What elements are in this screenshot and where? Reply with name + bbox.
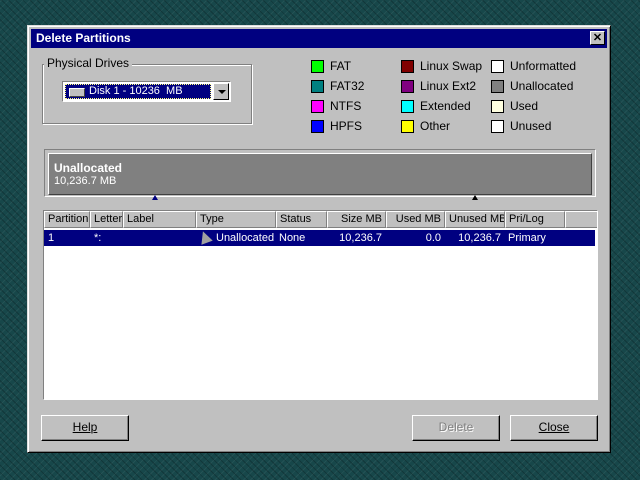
legend-label: FAT (330, 59, 352, 73)
legend-label: Extended (420, 99, 471, 113)
legend-swatch (401, 60, 414, 73)
legend-swatch (491, 80, 504, 93)
col-size[interactable]: Size MB (327, 211, 386, 228)
legend-label: NTFS (330, 99, 362, 113)
col-label[interactable]: Label (123, 211, 196, 228)
legend-swatch (401, 100, 414, 113)
close-icon[interactable]: ✕ (590, 31, 605, 45)
legend-label: Linux Swap (420, 59, 483, 73)
title-bar[interactable]: Delete Partitions ✕ (31, 29, 607, 48)
col-status[interactable]: Status (276, 211, 327, 228)
col-prilog[interactable]: Pri/Log (505, 211, 565, 228)
col-partition[interactable]: Partition (44, 211, 90, 228)
legend-label: Unused (510, 119, 552, 133)
dialog-title: Delete Partitions (36, 31, 131, 45)
legend-swatch (311, 60, 324, 73)
cell-used: 0.0 (425, 232, 441, 244)
partition-size: 10,236.7 MB (54, 175, 117, 187)
delete-partitions-dialog: Delete Partitions ✕ Physical Drives Disk… (27, 25, 611, 453)
legend-label: Used (510, 99, 539, 113)
legend-swatch (401, 120, 414, 133)
legend-swatch (311, 100, 324, 113)
legend-swatch (491, 100, 504, 113)
cell-type: Unallocated (216, 232, 275, 244)
partition-name: Unallocated (54, 161, 123, 175)
cell-partition: 1 (48, 232, 55, 244)
legend-swatch (491, 60, 504, 73)
partition-end-marker (472, 195, 478, 200)
legend-label: FAT32 (330, 79, 365, 93)
help-button-label: Help (72, 420, 98, 434)
partition-start-marker (152, 195, 158, 200)
partition-map-unallocated[interactable]: Unallocated 10,236.7 MB (48, 153, 592, 195)
col-unused[interactable]: Unused MB (445, 211, 505, 228)
physical-drives-label: Physical Drives (44, 56, 133, 70)
legend-label: Other (420, 119, 451, 133)
unallocated-type-icon (197, 229, 213, 245)
col-type[interactable]: Type (196, 211, 276, 228)
selected-drive-text: Disk 1 - 10236 MB (89, 85, 183, 97)
legend-label: Linux Ext2 (420, 79, 477, 93)
cell-unused: 10,236.7 (458, 232, 501, 244)
table-row[interactable]: 1 *: Unallocated None 10,236.7 0.0 10,23… (44, 229, 595, 246)
cell-status: None (279, 232, 306, 244)
legend-swatch (401, 80, 414, 93)
legend-swatch (311, 80, 324, 93)
col-letter[interactable]: Letter (90, 211, 123, 228)
cell-letter: *: (94, 232, 102, 244)
legend-label: Unallocated (510, 79, 574, 93)
help-button[interactable]: Help (41, 415, 129, 441)
legend-label: Unformatted (510, 59, 577, 73)
legend-label: HPFS (330, 119, 363, 133)
partition-list[interactable]: Partition Letter Label Type Status Size … (43, 210, 598, 400)
physical-drive-select[interactable]: Disk 1 - 10236 MB (62, 81, 231, 102)
delete-button-label: Delete (438, 420, 474, 434)
hard-drive-icon (69, 88, 85, 97)
legend-swatch (311, 120, 324, 133)
chevron-down-icon[interactable] (213, 83, 229, 100)
cell-size: 10,236.7 (339, 232, 382, 244)
list-header: Partition Letter Label Type Status Size … (44, 211, 597, 228)
close-button-label: Close (538, 420, 570, 434)
col-filler (565, 211, 597, 228)
cell-prilog: Primary (508, 232, 546, 244)
selected-drive: Disk 1 - 10236 MB (65, 84, 211, 99)
legend-swatch (491, 120, 504, 133)
delete-button[interactable]: Delete (412, 415, 500, 441)
col-used[interactable]: Used MB (386, 211, 445, 228)
